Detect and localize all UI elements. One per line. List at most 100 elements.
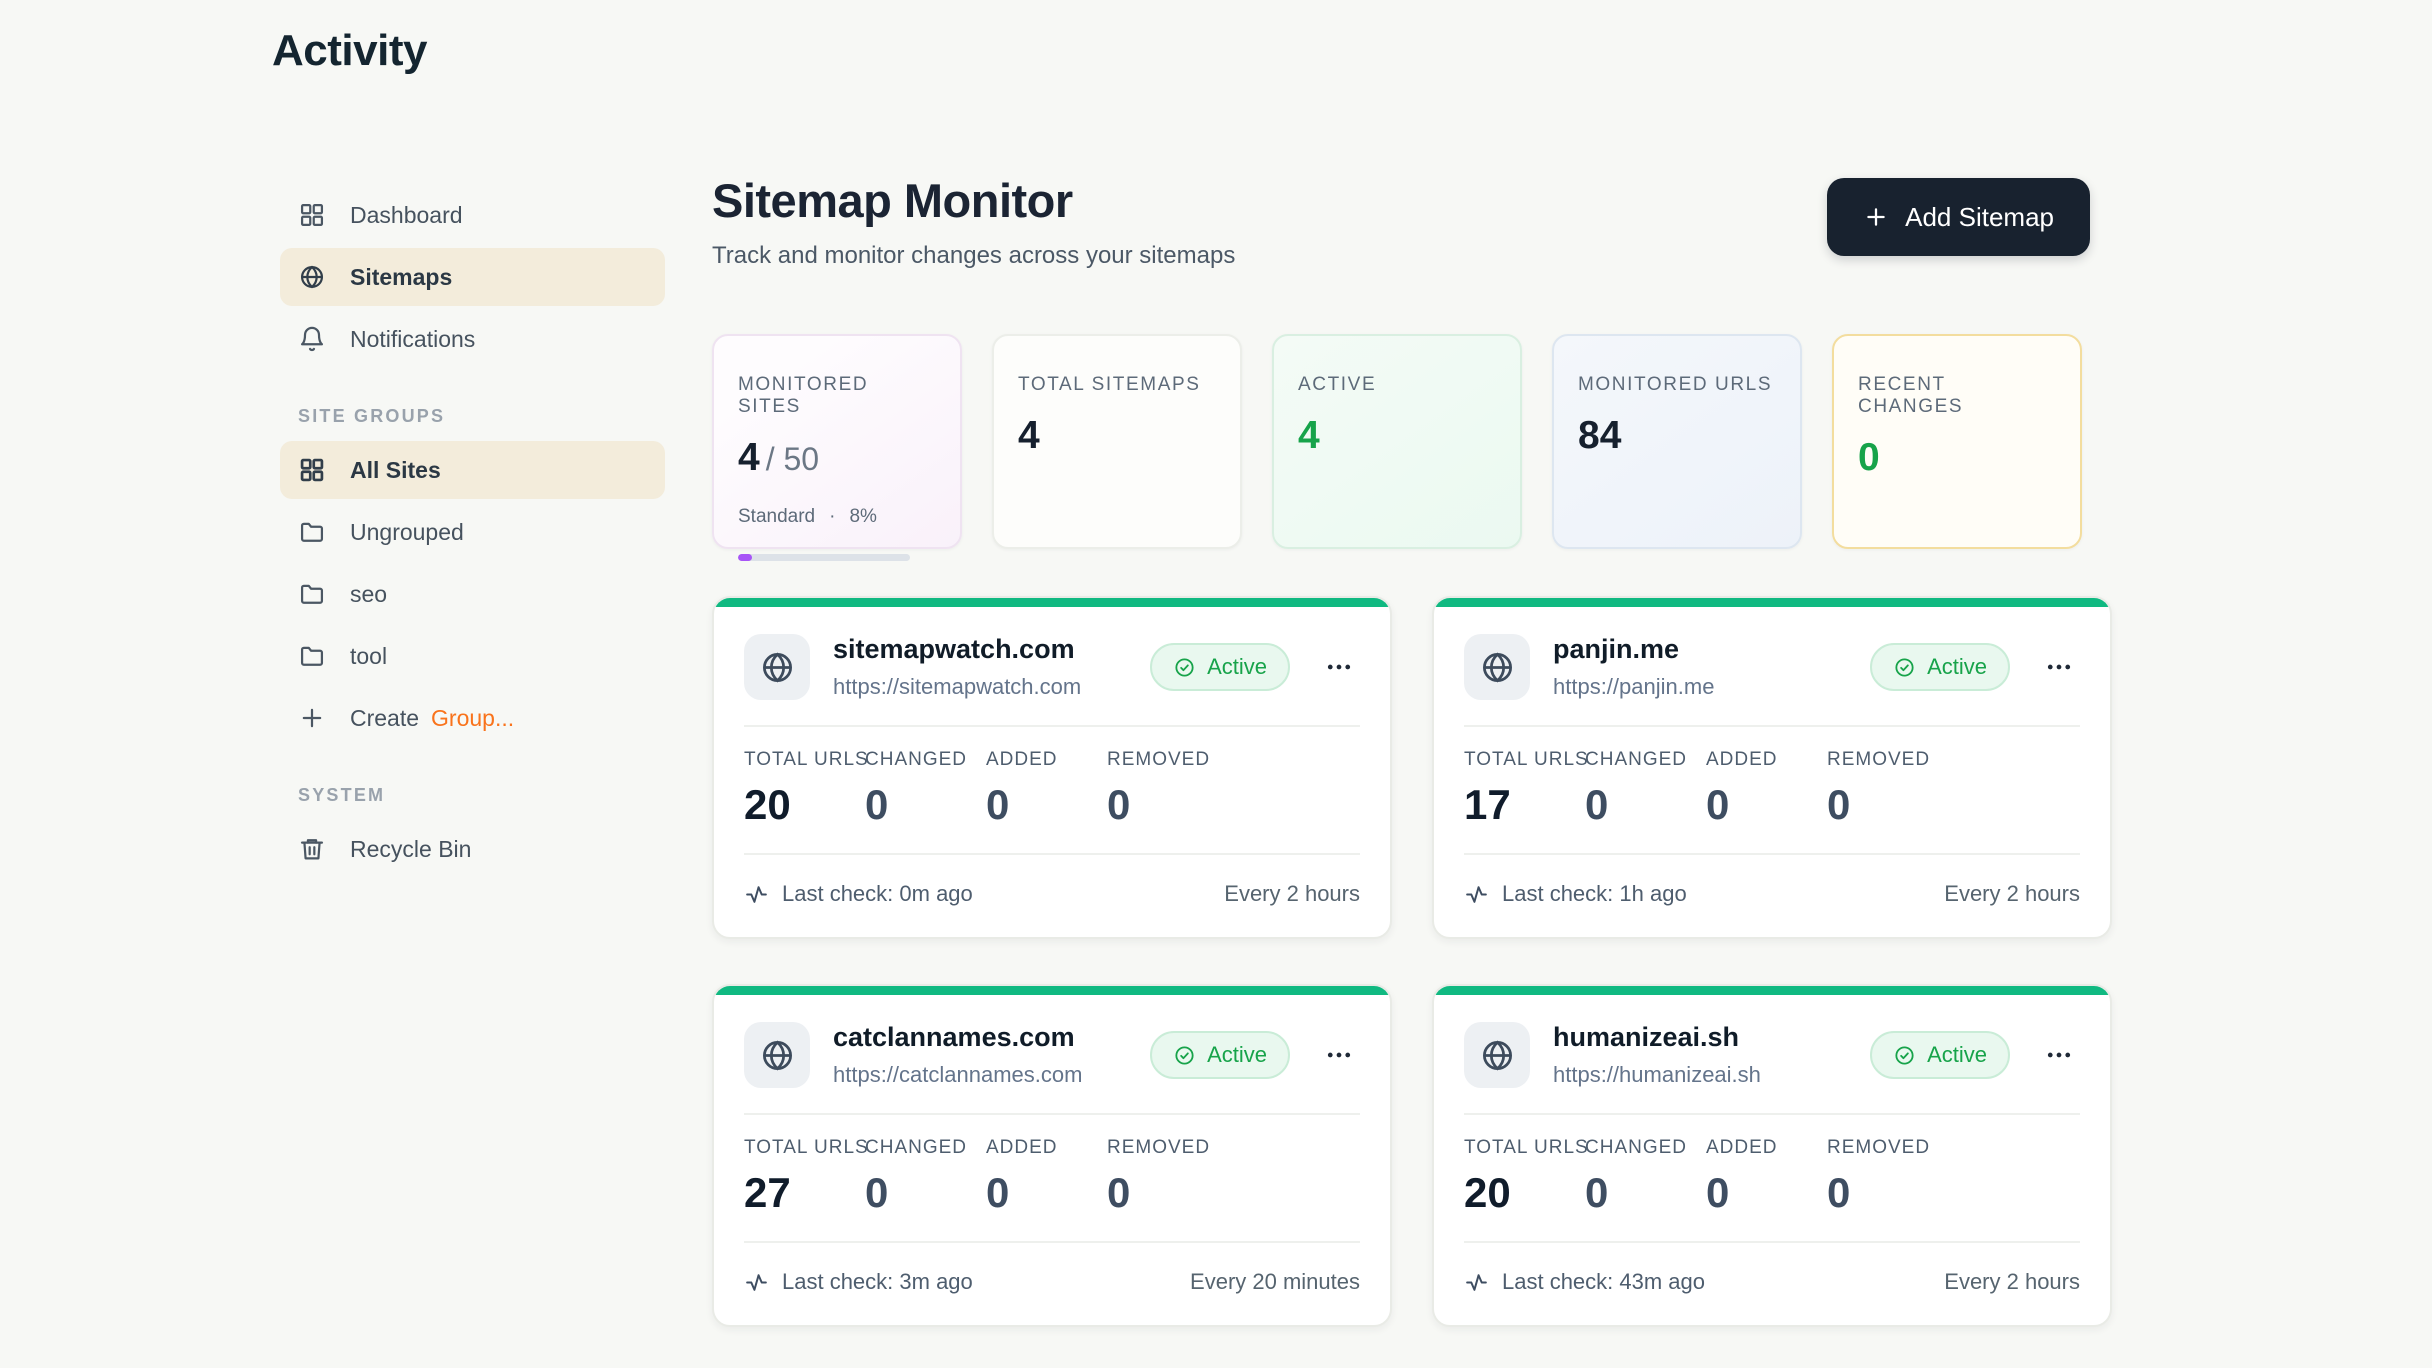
site-card-catclannames[interactable]: catclannames.com https://catclannames.co… [712, 984, 1392, 1327]
stat-label: ADDED [1706, 749, 1827, 771]
card-accent-bar [714, 986, 1390, 995]
create-group-highlight: Group... [431, 705, 514, 732]
globe-icon [1464, 1022, 1530, 1088]
stat-value: 0 [986, 1169, 1107, 1217]
stat-label: REMOVED [1107, 1137, 1228, 1159]
sidebar-item-label: Recycle Bin [350, 836, 471, 863]
site-header-actions: Active [1150, 1031, 1360, 1079]
site-card-humanizeai[interactable]: humanizeai.sh https://humanizeai.sh Acti… [1432, 984, 2112, 1327]
check-frequency: Every 2 hours [1944, 1269, 2080, 1295]
stat-label: REMOVED [1827, 1137, 1948, 1159]
stat-removed: REMOVED 0 [1107, 1137, 1228, 1217]
sidebar-item-sitemaps[interactable]: Sitemaps [280, 248, 665, 306]
site-card-sitemapwatch[interactable]: sitemapwatch.com https://sitemapwatch.co… [712, 596, 1392, 939]
site-card-panjin[interactable]: panjin.me https://panjin.me Active TOTAL [1432, 596, 2112, 939]
status-badge: Active [1870, 643, 2010, 691]
check-circle-icon [1893, 1044, 1916, 1067]
stat-value: 0 [1858, 436, 2056, 480]
stat-label: ADDED [986, 749, 1107, 771]
stat-label: TOTAL URLS [1464, 749, 1585, 771]
status-badge: Active [1150, 1031, 1290, 1079]
site-stats-row: TOTAL URLS 27 CHANGED 0 ADDED 0 REMOVED … [714, 1115, 1390, 1241]
check-circle-icon [1173, 656, 1196, 679]
status-badge-label: Active [1927, 1042, 1987, 1068]
sidebar-item-label: Dashboard [350, 202, 463, 229]
site-card-footer: Last check: 1h ago Every 2 hours [1434, 855, 2110, 937]
stat-total-urls: TOTAL URLS 20 [1464, 1137, 1585, 1217]
card-menu-button[interactable] [1318, 646, 1360, 688]
stat-added: ADDED 0 [986, 749, 1107, 829]
sidebar-item-all-sites[interactable]: All Sites [280, 441, 665, 499]
stat-changed: CHANGED 0 [1585, 749, 1706, 829]
stat-removed: REMOVED 0 [1827, 1137, 1948, 1217]
plus-icon [298, 704, 326, 732]
card-menu-button[interactable] [2038, 646, 2080, 688]
card-menu-button[interactable] [1318, 1034, 1360, 1076]
stat-label: TOTAL SITEMAPS [1018, 374, 1216, 396]
trash-icon [298, 835, 326, 863]
page-title: Activity [272, 26, 427, 76]
stat-value: 0 [1585, 1169, 1706, 1217]
stat-value: 84 [1578, 414, 1776, 458]
stat-value: 0 [1706, 781, 1827, 829]
stat-changed: CHANGED 0 [865, 1137, 986, 1217]
sidebar-item-label: tool [350, 643, 387, 670]
site-identity: catclannames.com https://catclannames.co… [833, 1022, 1082, 1088]
site-card-footer: Last check: 3m ago Every 20 minutes [714, 1243, 1390, 1325]
stat-value: 20 [1464, 1169, 1585, 1217]
stat-label: CHANGED [1585, 749, 1706, 771]
plus-icon [1863, 204, 1889, 230]
stat-card-total-sitemaps: TOTAL SITEMAPS 4 [992, 334, 1242, 549]
stat-total-urls: TOTAL URLS 27 [744, 1137, 865, 1217]
site-card-header: panjin.me https://panjin.me Active [1434, 607, 2110, 725]
bell-icon [298, 325, 326, 353]
plan-separator: · [829, 506, 835, 528]
sidebar-item-tool[interactable]: tool [280, 627, 665, 685]
activity-pulse-icon [744, 882, 769, 907]
site-card-footer: Last check: 0m ago Every 2 hours [714, 855, 1390, 937]
site-url: https://humanizeai.sh [1553, 1062, 1761, 1088]
stat-label: TOTAL URLS [744, 1137, 865, 1159]
sidebar-item-seo[interactable]: seo [280, 565, 665, 623]
stat-added: ADDED 0 [1706, 749, 1827, 829]
ellipsis-icon [1324, 1040, 1354, 1070]
stat-value: 0 [865, 781, 986, 829]
globe-icon [744, 1022, 810, 1088]
sidebar-item-ungrouped[interactable]: Ungrouped [280, 503, 665, 561]
status-badge: Active [1150, 643, 1290, 691]
site-card-footer: Last check: 43m ago Every 2 hours [1434, 1243, 2110, 1325]
add-sitemap-button[interactable]: Add Sitemap [1827, 178, 2090, 256]
status-badge: Active [1870, 1031, 2010, 1079]
sidebar-item-create-group[interactable]: Create Group... [280, 689, 665, 747]
check-frequency: Every 20 minutes [1190, 1269, 1360, 1295]
stat-value: 0 [1585, 781, 1706, 829]
last-check-text: Last check: 1h ago [1502, 881, 1687, 907]
activity-pulse-icon [1464, 1270, 1489, 1295]
folder-icon [298, 580, 326, 608]
sidebar-item-recycle-bin[interactable]: Recycle Bin [280, 820, 665, 878]
sidebar: Dashboard Sitemaps Notifications SITE GR… [280, 186, 665, 882]
stat-label: REMOVED [1827, 749, 1948, 771]
dashboard-grid-icon [298, 201, 326, 229]
card-menu-button[interactable] [2038, 1034, 2080, 1076]
site-header-actions: Active [1870, 1031, 2080, 1079]
card-accent-bar [1434, 598, 2110, 607]
site-name: catclannames.com [833, 1022, 1082, 1053]
stat-value: 0 [1706, 1169, 1827, 1217]
check-frequency: Every 2 hours [1224, 881, 1360, 907]
stat-value: 0 [1827, 781, 1948, 829]
stat-value: 20 [744, 781, 865, 829]
stat-value: 0 [1107, 1169, 1228, 1217]
stat-label: TOTAL URLS [1464, 1137, 1585, 1159]
plan-usage-progressbar [738, 554, 910, 561]
status-badge-label: Active [1207, 1042, 1267, 1068]
ellipsis-icon [1324, 652, 1354, 682]
plan-percent: 8% [849, 506, 876, 528]
ellipsis-icon [2044, 652, 2074, 682]
sidebar-item-dashboard[interactable]: Dashboard [280, 186, 665, 244]
stat-total-urls: TOTAL URLS 17 [1464, 749, 1585, 829]
sidebar-item-notifications[interactable]: Notifications [280, 310, 665, 368]
stat-label: MONITORED SITES [738, 374, 936, 418]
stat-label: ADDED [1706, 1137, 1827, 1159]
stat-value: 4 [1298, 414, 1496, 458]
